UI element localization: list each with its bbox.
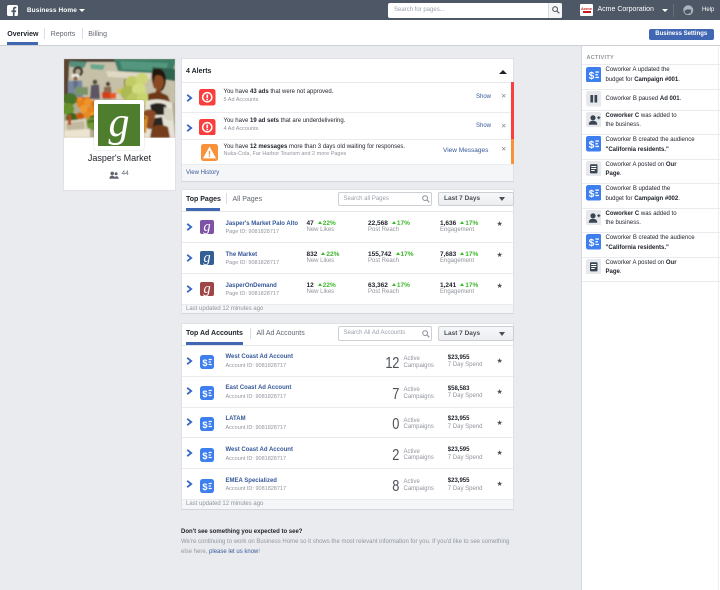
svg-text:$: $ — [588, 140, 594, 151]
svg-text:$: $ — [588, 238, 594, 249]
svg-text:$: $ — [202, 420, 207, 430]
svg-text:$: $ — [588, 70, 594, 81]
svg-text:$: $ — [588, 189, 594, 200]
svg-text:$: $ — [202, 450, 207, 460]
svg-text:$: $ — [202, 481, 207, 491]
svg-text:$: $ — [202, 358, 207, 368]
svg-text:$: $ — [202, 389, 207, 399]
